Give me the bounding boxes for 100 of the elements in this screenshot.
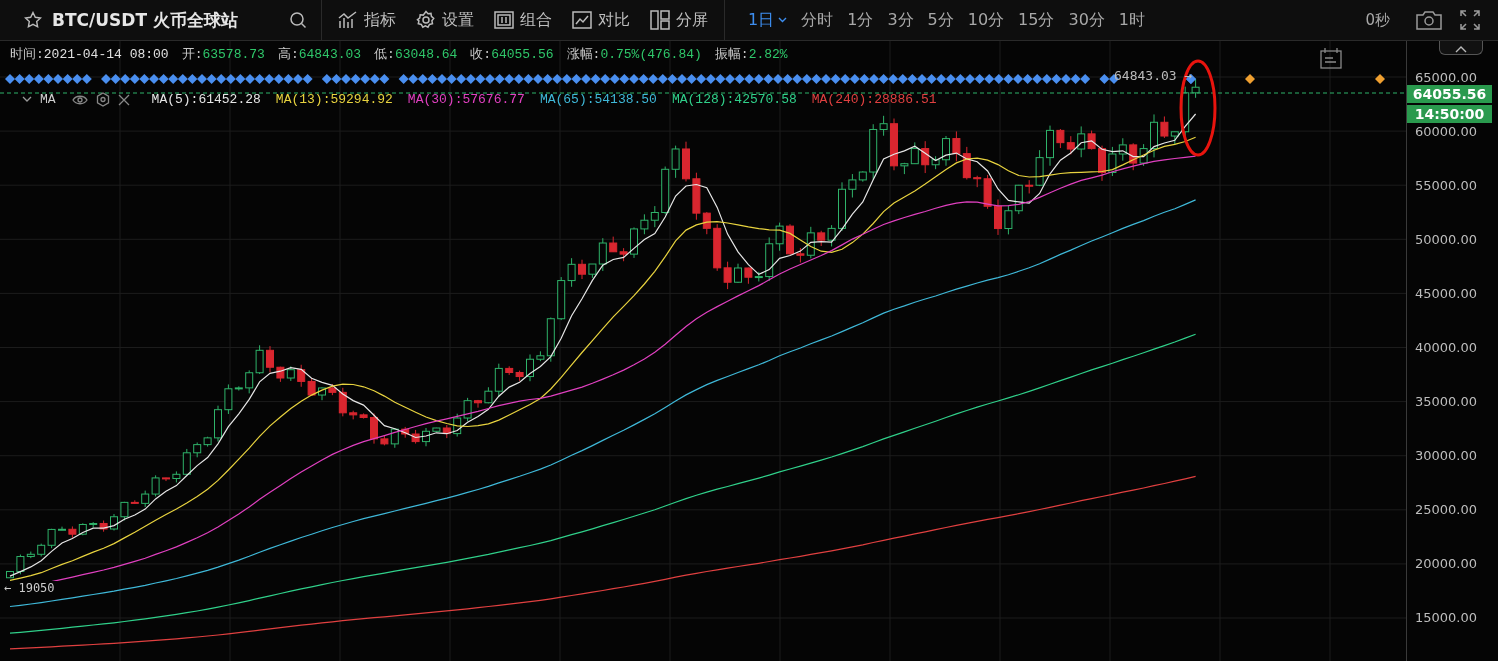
candle [1108,146,1117,177]
low-price-label: ← 19050 [2,581,57,595]
ma-value: MA(5):61452.28 [151,92,261,107]
interval-tab[interactable]: 分时 [794,5,841,35]
candle [286,365,295,382]
candle [640,213,649,235]
compare-chart-icon [572,11,592,29]
fullscreen-icon[interactable] [1460,10,1480,30]
candle [68,525,77,539]
candle [526,354,534,382]
refresh-timer: 0秒 [1365,10,1390,30]
ohlc-field: 开:63578.73 [181,45,265,63]
collapse-icon[interactable] [22,96,32,103]
toolbar-button[interactable]: 对比 [564,5,638,35]
candle [463,397,472,422]
star-icon[interactable] [24,11,42,29]
axis-label: 50000.00 [1415,231,1478,247]
axis-label: 60000.00 [1415,123,1478,139]
ohlc-field: 涨幅:0.75%(476.84) [566,45,702,63]
candle [578,259,586,280]
candle [952,130,961,162]
candle [401,426,410,439]
candle [994,198,1002,236]
collapse-button[interactable] [1439,41,1483,55]
split-screen-icon [650,10,670,30]
ohlc-field: 振幅:2.82% [714,45,788,63]
candle [734,263,742,284]
axis-label: 40000.00 [1415,340,1478,355]
axis-label: 65000.00 [1415,69,1478,85]
axis-label: 30000.00 [1415,448,1478,464]
candle [650,205,659,228]
candle [297,364,306,388]
diamond-marker-icon [1375,74,1385,84]
countdown-tag: 14:50:00 [1407,105,1492,123]
ma-value: MA(128):42570.58 [671,92,797,107]
interval-tab[interactable]: 1分 [840,5,881,35]
close-icon[interactable] [117,93,130,106]
axis-label: 25000.00 [1415,502,1478,518]
candle [422,427,430,447]
eye-icon[interactable] [71,93,88,106]
candle [193,442,202,458]
search-icon[interactable] [289,11,307,29]
interval-tab[interactable]: 1日 [741,5,795,35]
candle [245,369,254,394]
calendar-icon[interactable] [1320,47,1342,69]
ohlc-field: 收:64055.56 [470,45,554,63]
candle [505,365,514,376]
settings-icon[interactable] [95,92,110,107]
candle [110,513,118,531]
toolbar-button[interactable]: 指标 [330,5,404,35]
candle [411,429,420,445]
candle [630,226,638,259]
candle [682,141,690,182]
axis-label: 15000.00 [1415,610,1478,626]
interval-tab[interactable]: 3分 [880,5,921,35]
candle [1046,125,1054,167]
candle [78,522,87,536]
candle [1139,143,1148,167]
candle [349,410,358,420]
symbol-title: BTC/USDT 火币全球站 [52,8,238,32]
candle [1129,142,1138,171]
candle [266,345,274,373]
candle [141,490,150,508]
interval-tab[interactable]: 5分 [920,5,961,35]
axis-label: 55000.00 [1415,177,1478,193]
candle [318,386,326,401]
candle [307,377,316,396]
axis-label: 20000.00 [1415,556,1478,572]
ma-value: MA(30):57676.77 [407,92,525,107]
panel-icon [494,11,514,29]
chart-icon [338,11,358,29]
candle [276,366,285,383]
ma-value: MA(240):28886.51 [811,92,937,107]
interval-tab[interactable]: 30分 [1061,5,1112,35]
toolbar-button[interactable]: 组合 [486,5,560,35]
interval-tab[interactable]: 1时 [1111,5,1152,35]
candle [515,370,524,382]
candle [162,477,170,482]
high-price-label: 64843.03 → [1114,68,1193,83]
camera-icon[interactable] [1416,10,1442,30]
toolbar-button[interactable]: 分屏 [642,5,716,35]
candle [370,412,378,445]
toolbar-button[interactable]: 设置 [408,5,482,35]
chevron-up-icon [1454,45,1468,53]
candle [1118,137,1127,162]
candle [1056,128,1065,149]
candle [214,405,222,442]
candle [609,236,618,253]
candle [786,223,794,256]
ma-value: MA(65):54138.50 [539,92,657,107]
indicator-name: MA [40,92,56,107]
interval-tab[interactable]: 10分 [960,5,1012,35]
candle [255,344,264,375]
interval-tab[interactable]: 15分 [1011,5,1062,35]
candle [962,146,971,180]
last-price-tag: 64055.56 [1407,85,1492,103]
candle [203,436,212,448]
candle [1004,204,1013,235]
candle [619,247,628,262]
candle [942,135,950,167]
